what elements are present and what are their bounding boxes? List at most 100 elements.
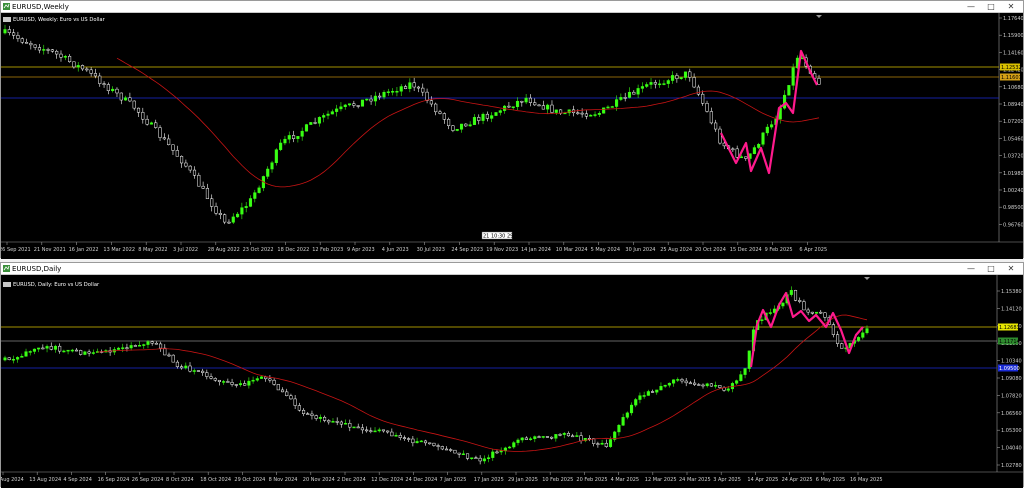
bearish-candle — [693, 382, 697, 385]
bullish-candle — [857, 337, 861, 341]
bearish-candle — [478, 457, 482, 462]
bullish-candle — [498, 110, 502, 113]
bearish-candle — [464, 123, 468, 127]
date-tick-label: 17 Jan 2025 — [474, 477, 504, 483]
bullish-candle — [149, 122, 153, 125]
bearish-candle — [89, 69, 93, 74]
bullish-candle — [600, 442, 604, 445]
bearish-candle — [188, 365, 192, 372]
bearish-candle — [285, 391, 289, 397]
bearish-candle — [411, 438, 415, 444]
bearish-candle — [7, 29, 11, 33]
bearish-candle — [474, 457, 478, 459]
bearish-candle — [24, 42, 29, 44]
bullish-candle — [348, 103, 352, 106]
bearish-candle — [632, 91, 636, 95]
price-tag-green-text: 1.11714 — [999, 339, 1020, 345]
bearish-candle — [197, 174, 201, 187]
bullish-candle — [373, 430, 377, 433]
bullish-candle — [121, 347, 125, 349]
bearish-candle — [49, 346, 53, 350]
bullish-candle — [28, 351, 32, 353]
bearish-candle — [184, 162, 188, 167]
bullish-candle — [760, 319, 764, 321]
weekly-price-chart[interactable]: 1.176401.159001.141601.124201.106801.089… — [1, 13, 1023, 259]
bullish-candle — [533, 436, 537, 439]
minimize-icon[interactable]: — — [961, 263, 981, 275]
bearish-candle — [369, 98, 373, 102]
price-tick-label: 1.10340 — [1001, 359, 1022, 365]
bullish-candle — [659, 386, 663, 391]
bearish-candle — [217, 379, 221, 382]
bullish-candle — [482, 458, 486, 462]
close-icon[interactable]: ✕ — [1001, 263, 1021, 275]
bearish-candle — [550, 104, 554, 113]
bearish-candle — [701, 384, 705, 387]
price-tick-label: 0.98500 — [1003, 205, 1023, 211]
date-tick-label: 9 Apr 2023 — [347, 247, 375, 253]
bullish-candle — [408, 82, 412, 89]
date-tick-label: 2 Aug 2024 — [1, 477, 24, 483]
minimize-icon[interactable]: — — [961, 1, 981, 13]
bullish-candle — [83, 351, 87, 355]
bearish-candle — [802, 301, 806, 311]
bullish-candle — [32, 348, 36, 352]
daily-chart-window[interactable]: EURUSD,Daily — □ ✕ 1.153801.141201.12860… — [0, 262, 1024, 488]
bullish-candle — [142, 344, 146, 346]
weekly-title-bar[interactable]: EURUSD,Weekly — □ ✕ — [1, 1, 1023, 13]
daily-chart-label: EURUSD, Daily: Euro vs US Dollar — [3, 282, 99, 288]
date-tick-label: 16 Sep 2024 — [98, 477, 130, 483]
bullish-candle — [373, 95, 377, 102]
bullish-candle — [304, 124, 309, 132]
bullish-candle — [222, 381, 226, 383]
bullish-candle — [789, 290, 793, 295]
daily-price-chart[interactable]: 1.153801.141201.128601.116001.103401.090… — [1, 275, 1023, 488]
date-tick-label: 4 Mar 2025 — [611, 477, 640, 483]
maximize-icon[interactable]: □ — [981, 263, 1001, 275]
bullish-candle — [111, 88, 115, 91]
bullish-candle — [726, 388, 730, 391]
date-tick-label: 24 Apr 2025 — [782, 477, 813, 483]
bearish-candle — [436, 445, 440, 447]
bearish-candle — [180, 366, 184, 369]
bullish-candle — [575, 435, 579, 437]
bullish-candle — [247, 380, 251, 386]
bearish-candle — [213, 378, 217, 381]
date-tick-label: 12 Dec 2024 — [371, 477, 403, 483]
bearish-candle — [37, 47, 42, 51]
date-tick-label: 13 Aug 2024 — [29, 477, 61, 483]
bullish-candle — [757, 144, 761, 148]
bullish-candle — [658, 83, 662, 86]
bearish-candle — [133, 345, 137, 347]
bullish-candle — [231, 216, 235, 223]
bullish-candle — [391, 91, 395, 93]
bearish-candle — [93, 73, 97, 77]
bearish-candle — [323, 416, 327, 421]
bullish-candle — [138, 345, 142, 347]
bearish-candle — [356, 105, 360, 107]
bearish-candle — [369, 430, 373, 432]
bearish-candle — [327, 420, 331, 423]
bearish-candle — [831, 324, 835, 335]
price-tick-label: 1.03720 — [1003, 154, 1023, 160]
close-icon[interactable]: ✕ — [1001, 1, 1021, 13]
price-tag-yellow-text: 1.12683 — [999, 325, 1020, 331]
bearish-candle — [365, 429, 369, 432]
bullish-candle — [649, 82, 653, 85]
symbol-flag-icon — [3, 17, 11, 22]
bearish-candle — [566, 433, 571, 437]
maximize-icon[interactable]: □ — [981, 1, 1001, 13]
bullish-candle — [3, 29, 7, 34]
bullish-candle — [617, 424, 621, 433]
bullish-candle — [490, 115, 494, 119]
bullish-candle — [765, 126, 769, 134]
bullish-candle — [24, 351, 28, 357]
date-tick-label: 8 Oct 2024 — [166, 477, 194, 483]
date-tick-label: 20 Feb 2025 — [576, 477, 607, 483]
weekly-chart-window[interactable]: EURUSD,Weekly — □ ✕ 1.17640 1.15900 1.1416… — [0, 0, 1024, 259]
price-tag-blue-text: 1.09500 — [999, 366, 1020, 372]
bullish-candle — [499, 450, 503, 453]
daily-title-bar[interactable]: EURUSD,Daily — □ ✕ — [1, 263, 1023, 275]
bullish-candle — [419, 440, 423, 443]
date-tick-label: 2 Dec 2024 — [337, 477, 366, 483]
